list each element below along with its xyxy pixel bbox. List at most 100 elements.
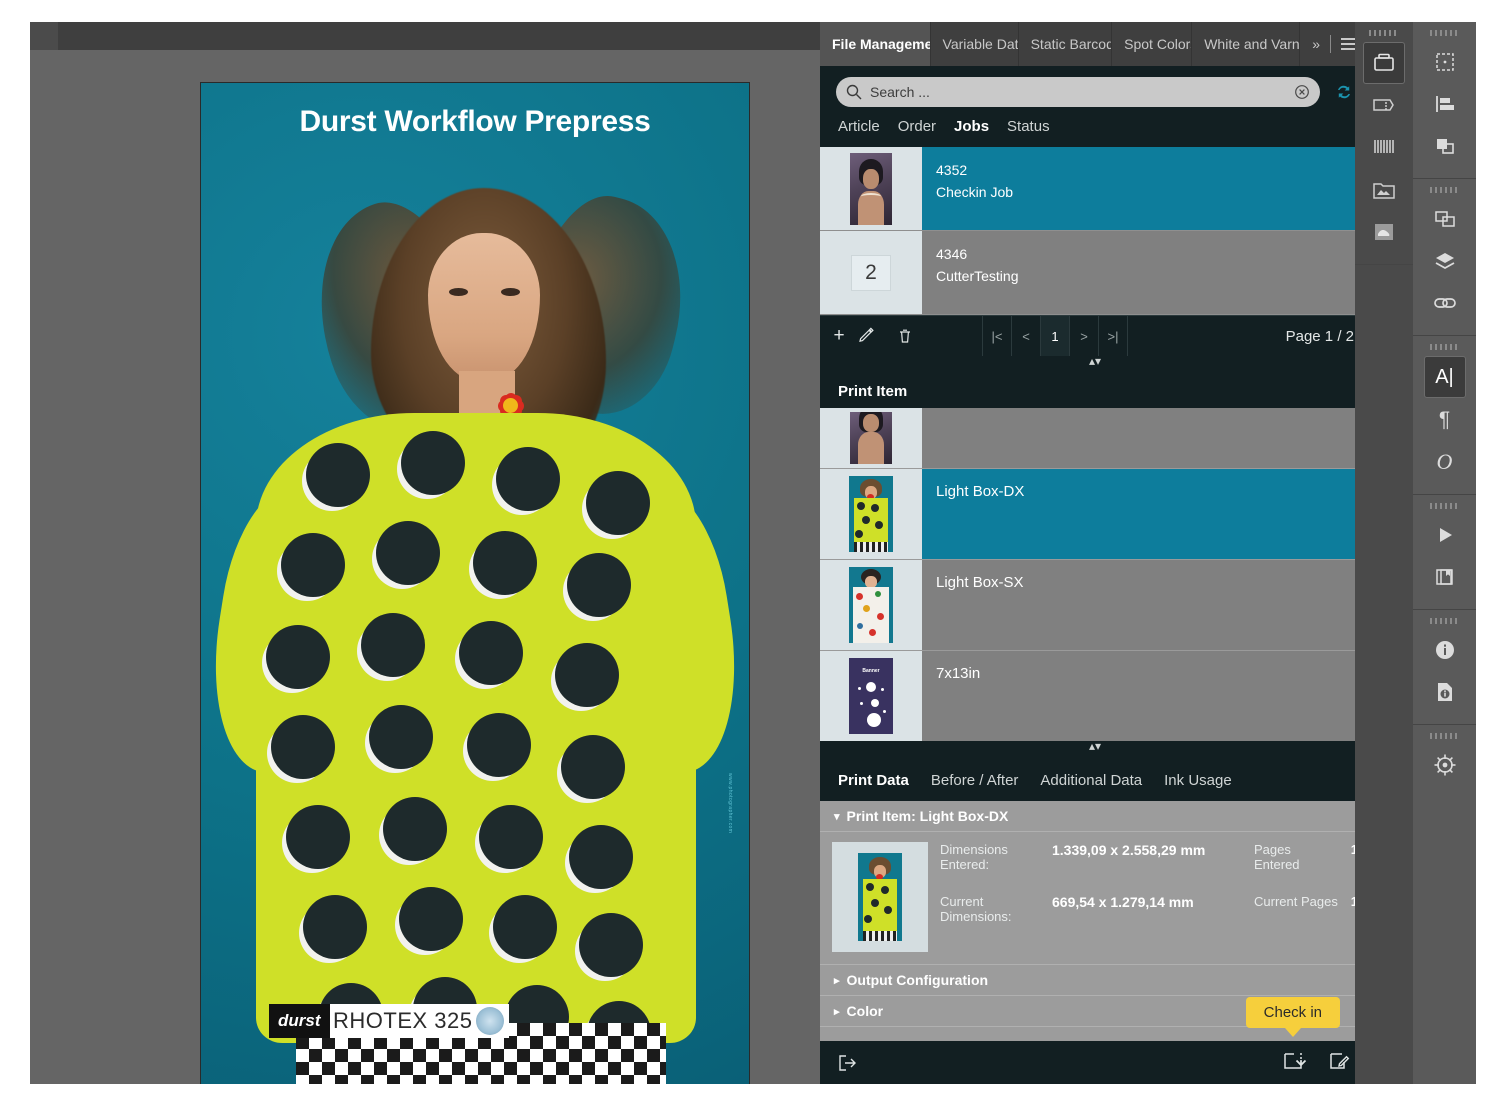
job-name: Checkin Job xyxy=(936,184,1370,200)
pages-entered-label: Pages Entered xyxy=(1254,842,1338,894)
drag-handle-icon[interactable] xyxy=(1430,187,1460,193)
clear-circle-icon[interactable] xyxy=(1294,84,1310,100)
subtab-jobs[interactable]: Jobs xyxy=(954,118,989,135)
dress-dot xyxy=(496,447,560,511)
tab-before-after[interactable]: Before / After xyxy=(931,772,1019,789)
print-item-row[interactable]: Light Box-DX xyxy=(820,469,1370,560)
tab-white-and-varnish[interactable]: White and Varnish xyxy=(1192,22,1300,66)
panel-bottom-bar xyxy=(820,1041,1370,1084)
search-icon xyxy=(846,84,862,100)
tab-spot-colors[interactable]: Spot Colors xyxy=(1112,22,1192,66)
tab-additional-data[interactable]: Additional Data xyxy=(1040,772,1142,789)
jobs-collapse-handle[interactable]: ▴▾ xyxy=(820,356,1370,374)
edit-document-icon[interactable] xyxy=(1328,1051,1354,1075)
job-id: 4346 xyxy=(936,246,1370,262)
artboard-icon[interactable] xyxy=(1425,42,1465,82)
info-icon[interactable] xyxy=(1425,630,1465,670)
character-icon[interactable]: A| xyxy=(1424,356,1466,398)
drag-handle-icon[interactable] xyxy=(1430,30,1460,36)
job-thumbnail xyxy=(820,147,922,230)
export-icon[interactable] xyxy=(836,1052,858,1074)
tab-variable-data[interactable]: Variable Data xyxy=(931,22,1019,66)
current-pages-label: Current Pages xyxy=(1254,894,1338,946)
print-item-row[interactable]: Light Box-SX xyxy=(820,560,1370,651)
delete-job-button[interactable] xyxy=(896,327,934,345)
tab-print-data[interactable]: Print Data xyxy=(838,772,909,789)
drag-handle-icon[interactable] xyxy=(1369,30,1399,36)
transform-shapes-icon[interactable] xyxy=(1425,199,1465,239)
add-job-button[interactable]: + xyxy=(820,325,858,347)
print-item-row[interactable]: Banner 7x13in xyxy=(820,651,1370,741)
dress-dot xyxy=(281,533,345,597)
ship-wheel-icon[interactable] xyxy=(1425,745,1465,785)
print-item-section-title: Print Item: Light Box-DX xyxy=(847,808,1009,824)
artwork-poster[interactable]: www.photographer.com Durst Workflow Prep… xyxy=(200,82,750,1084)
model-face xyxy=(428,233,540,381)
rail-group xyxy=(1413,725,1476,797)
tab-overflow-icon[interactable]: » xyxy=(1312,36,1320,52)
opentype-icon[interactable]: O xyxy=(1425,442,1465,482)
prev-page-button[interactable]: < xyxy=(1011,316,1040,356)
next-page-button[interactable]: > xyxy=(1069,316,1098,356)
screenshot-root: www.photographer.com Durst Workflow Prep… xyxy=(0,0,1500,1106)
artwork-credit: www.photographer.com xyxy=(727,773,733,833)
job-row[interactable]: 4352 Checkin Job xyxy=(820,147,1370,231)
durst-logo: durst xyxy=(269,1004,330,1038)
print-item-row[interactable] xyxy=(820,408,1370,469)
drag-handle-icon[interactable] xyxy=(1430,344,1460,350)
job-info: 4352 Checkin Job xyxy=(922,147,1370,230)
drag-handle-icon[interactable] xyxy=(1430,618,1460,624)
barcode-icon[interactable] xyxy=(1364,128,1404,168)
print-items-collapse-handle[interactable]: ▴▾ xyxy=(820,741,1370,759)
search-input[interactable]: Search ... xyxy=(836,77,1320,107)
refresh-icon[interactable] xyxy=(1334,82,1354,102)
current-page-button[interactable]: 1 xyxy=(1040,316,1069,356)
links-icon[interactable] xyxy=(1425,283,1465,323)
durst-workflow-panel: File Management Variable Data Static Bar… xyxy=(820,22,1370,1084)
subtab-article[interactable]: Article xyxy=(838,118,880,135)
model-eye-left xyxy=(449,288,468,296)
print-data-grid: Dimensions Entered: Current Dimensions: … xyxy=(820,832,1370,964)
drag-handle-icon[interactable] xyxy=(1430,733,1460,739)
tab-file-management[interactable]: File Management xyxy=(820,22,931,66)
image-folder-icon[interactable] xyxy=(1364,170,1404,210)
pathfinder-icon[interactable] xyxy=(1425,126,1465,166)
dress-dot xyxy=(493,895,557,959)
last-page-button[interactable]: >| xyxy=(1098,316,1128,356)
job-info: 4346 CutterTesting xyxy=(922,231,1370,314)
tab-ink-usage[interactable]: Ink Usage xyxy=(1164,772,1232,789)
print-item-section-header[interactable]: ▾ Print Item: Light Box-DX xyxy=(820,801,1370,832)
print-item-thumbnail xyxy=(820,560,922,650)
dress-dot xyxy=(286,805,350,869)
align-left-icon[interactable] xyxy=(1425,84,1465,124)
tab-static-barcode[interactable]: Static Barcode xyxy=(1019,22,1113,66)
page-controls: |< < 1 > >| xyxy=(982,316,1128,356)
dress-dot xyxy=(376,521,440,585)
variable-data-tag-icon[interactable] xyxy=(1364,86,1404,126)
edit-job-button[interactable] xyxy=(858,327,896,345)
print-item-label xyxy=(922,408,1370,468)
dress-dot-pattern xyxy=(211,413,741,1043)
dress-dot xyxy=(567,553,631,617)
print-item-thumbnail: Banner xyxy=(820,651,922,741)
play-icon[interactable] xyxy=(1425,515,1465,555)
dress-dot xyxy=(459,621,523,685)
libraries-icon[interactable] xyxy=(1425,557,1465,597)
drag-handle-icon[interactable] xyxy=(1430,503,1460,509)
print-item-thumbnail xyxy=(820,469,922,559)
accordion-output-configuration[interactable]: ▸ Output Configuration xyxy=(820,964,1370,996)
subtab-order[interactable]: Order xyxy=(898,118,936,135)
file-management-icon[interactable] xyxy=(1363,42,1405,84)
job-row[interactable]: 2 4346 CutterTesting xyxy=(820,231,1370,315)
layers-icon[interactable] xyxy=(1425,241,1465,281)
subtab-status[interactable]: Status xyxy=(1007,118,1050,135)
document-info-icon[interactable] xyxy=(1425,672,1465,712)
check-in-icon[interactable] xyxy=(1282,1051,1308,1075)
dress-dot xyxy=(266,625,330,689)
dress-dot xyxy=(383,797,447,861)
spot-color-icon[interactable] xyxy=(1364,212,1404,252)
chevron-down-icon: ▾ xyxy=(834,810,840,823)
paragraph-icon[interactable]: ¶ xyxy=(1425,400,1465,440)
first-page-button[interactable]: |< xyxy=(982,316,1011,356)
dress-dot xyxy=(401,431,465,495)
